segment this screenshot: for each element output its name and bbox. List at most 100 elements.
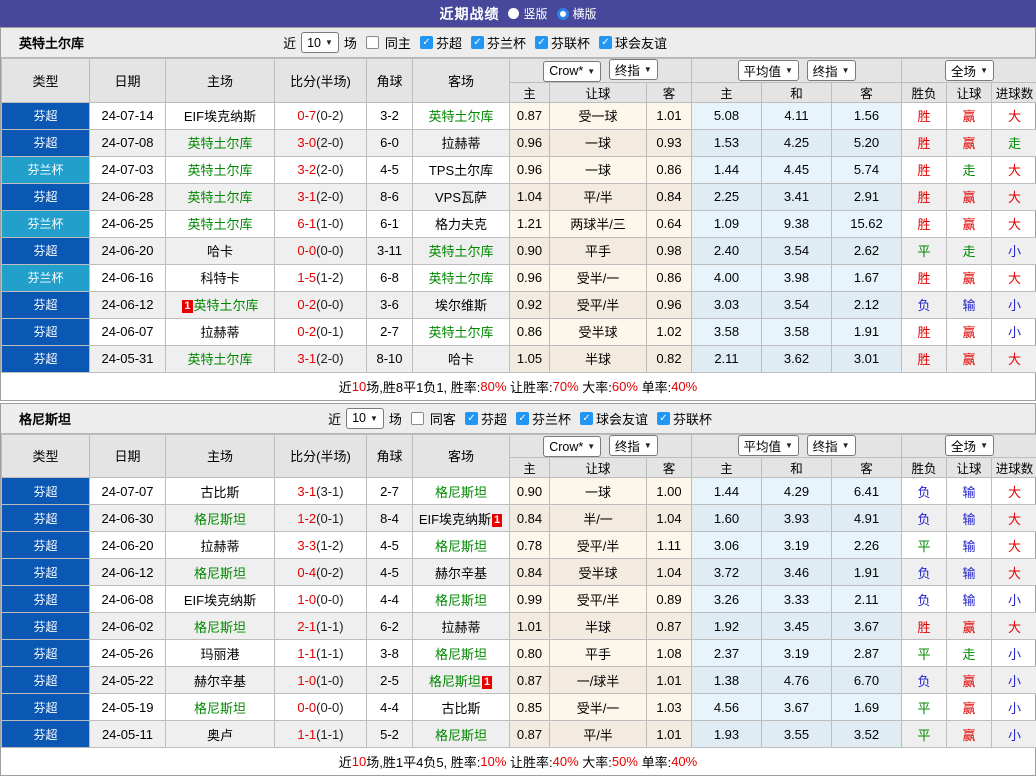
same-away-checkbox[interactable]: [411, 412, 424, 425]
avg-draw-odds: 4.29: [762, 478, 832, 505]
league-checkbox-2[interactable]: [535, 36, 548, 49]
match-row: 芬超 24-06-12 1英特土尔库 0-2(0-0) 3-6 埃尔维斯 0.9…: [2, 291, 1036, 318]
avg-source-value: 平均值: [744, 436, 782, 455]
halftime-score: (1-0): [316, 216, 343, 231]
avg-draw-odds: 3.41: [762, 183, 832, 210]
handicap-home-odds: 1.01: [510, 613, 550, 640]
radio-unselected-icon[interactable]: [557, 8, 569, 20]
radio-selected-icon[interactable]: [508, 8, 519, 19]
odds-company-select[interactable]: Crow*▼: [543, 61, 601, 82]
col-header-away: 客场: [413, 434, 510, 478]
layout-radio-vertical[interactable]: 竖版: [508, 5, 547, 22]
odds-stage-value: 终指: [615, 436, 640, 455]
away-team-cell: 古比斯: [413, 694, 510, 721]
corner-count: 4-5: [367, 532, 413, 559]
result-winlose: 胜: [902, 264, 947, 291]
handicap-away-odds: 0.96: [647, 291, 692, 318]
stat-label: 近: [339, 377, 352, 396]
odds-stage-select[interactable]: 终指▼: [609, 59, 658, 80]
layout-radio-horizontal[interactable]: 横版: [557, 5, 597, 22]
handicap-away-odds: 1.11: [647, 532, 692, 559]
home-team-cell: 英特土尔库: [166, 183, 275, 210]
avg-away-odds: 1.91: [832, 559, 902, 586]
match-date: 24-06-28: [90, 183, 166, 210]
result-winlose: 平: [902, 532, 947, 559]
home-team-cell: EIF埃克纳斯: [166, 102, 275, 129]
handicap-home-odds: 0.87: [510, 102, 550, 129]
score-cell: 0-4(0-2): [275, 559, 367, 586]
avg-draw-odds: 3.54: [762, 291, 832, 318]
stat-label: 大率:: [579, 752, 612, 771]
away-team-name: TPS土尔库: [429, 163, 493, 178]
red-badge: 1: [492, 514, 502, 527]
league-label-1: 芬兰杯: [487, 33, 526, 52]
handicap-line: 受平/半: [550, 291, 647, 318]
stat-value: 40%: [671, 754, 697, 769]
league-label-1: 芬兰杯: [532, 409, 571, 428]
avg-draw-odds: 9.38: [762, 210, 832, 237]
handicap-away-odds: 0.87: [647, 613, 692, 640]
fulltime-score: 1-0: [297, 592, 316, 607]
avg-draw-odds: 3.62: [762, 345, 832, 372]
avg-draw-odds: 3.46: [762, 559, 832, 586]
sub-col-winlose: 胜负: [902, 82, 947, 102]
handicap-home-odds: 0.84: [510, 505, 550, 532]
same-home-checkbox[interactable]: [366, 36, 379, 49]
team-name: 格尼斯坦: [1, 409, 71, 428]
handicap-line: 受半/一: [550, 264, 647, 291]
league-checkbox-1[interactable]: [516, 412, 529, 425]
stat-label: 场,胜1平4负5, 胜率:: [366, 752, 480, 771]
league-checkbox-0[interactable]: [420, 36, 433, 49]
home-team-cell: 1英特土尔库: [166, 291, 275, 318]
away-team-name: 哈卡: [448, 352, 474, 367]
away-team-cell: 格尼斯坦: [413, 721, 510, 748]
league-checkbox-3[interactable]: [657, 412, 670, 425]
sub-col-winlose: 胜负: [902, 458, 947, 478]
period-select[interactable]: 全场▼: [945, 60, 994, 81]
sub-col-avg-home: 主: [692, 82, 762, 102]
away-team-name: 拉赫蒂: [441, 136, 480, 151]
fulltime-score: 3-0: [297, 135, 316, 150]
avg-away-odds: 3.01: [832, 345, 902, 372]
recent-matches-select[interactable]: 10▼: [301, 32, 339, 53]
avg-home-odds: 4.56: [692, 694, 762, 721]
recent-matches-select[interactable]: 10▼: [346, 408, 384, 429]
avg-source-value: 平均值: [744, 61, 782, 80]
avg-source-select[interactable]: 平均值▼: [738, 60, 799, 81]
league-checkbox-2[interactable]: [580, 412, 593, 425]
odds-company-value: Crow*: [549, 440, 583, 454]
handicap-home-odds: 0.92: [510, 291, 550, 318]
col-header-date: 日期: [90, 434, 166, 478]
corner-count: 6-1: [367, 210, 413, 237]
away-team-cell: 格尼斯坦: [413, 532, 510, 559]
home-team-name: 古比斯: [200, 485, 239, 500]
odds-stage-select[interactable]: 终指▼: [609, 435, 658, 456]
avg-stage-select[interactable]: 终指▼: [807, 60, 856, 81]
league-type-cell: 芬超: [2, 613, 90, 640]
period-select[interactable]: 全场▼: [945, 435, 994, 456]
league-type-cell: 芬超: [2, 237, 90, 264]
col-header-corner: 角球: [367, 434, 413, 478]
sub-col-home-odds: 主: [510, 458, 550, 478]
avg-stage-select[interactable]: 终指▼: [807, 435, 856, 456]
result-goals: 小: [992, 237, 1036, 264]
sub-col-avg-away: 客: [832, 458, 902, 478]
stat-value: 70%: [553, 379, 579, 394]
result-goals: 大: [992, 478, 1036, 505]
handicap-line: 平手: [550, 640, 647, 667]
result-handicap: 赢: [947, 318, 992, 345]
handicap-away-odds: 0.89: [647, 586, 692, 613]
corner-count: 2-7: [367, 318, 413, 345]
score-cell: 0-0(0-0): [275, 694, 367, 721]
result-winlose: 负: [902, 505, 947, 532]
match-row: 芬超 24-05-31 英特土尔库 3-1(2-0) 8-10 哈卡 1.05 …: [2, 345, 1036, 372]
handicap-home-odds: 1.05: [510, 345, 550, 372]
league-checkbox-3[interactable]: [599, 36, 612, 49]
home-team-name: EIF埃克纳斯: [184, 593, 256, 608]
league-checkbox-0[interactable]: [465, 412, 478, 425]
league-checkbox-1[interactable]: [471, 36, 484, 49]
odds-company-select[interactable]: Crow*▼: [543, 436, 601, 457]
home-team-name: 赫尔辛基: [194, 674, 246, 689]
avg-source-select[interactable]: 平均值▼: [738, 435, 799, 456]
handicap-home-odds: 0.90: [510, 237, 550, 264]
